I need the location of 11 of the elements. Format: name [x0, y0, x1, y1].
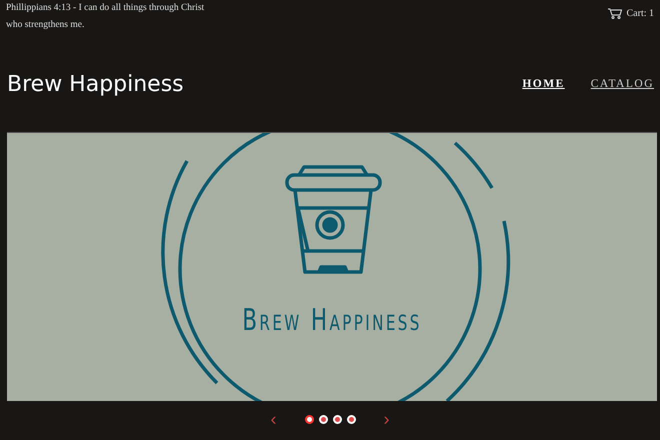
- cart-icon: [608, 8, 622, 18]
- nav-link[interactable]: CATALOG: [590, 78, 654, 90]
- announcement-text: Phillippians 4:13 - I can do all things through Christ who strengthens me.: [6, 2, 206, 32]
- nav-link[interactable]: HOME: [522, 78, 565, 90]
- slide-dot[interactable]: [304, 414, 314, 424]
- cart-link[interactable]: Cart: 1: [608, 0, 654, 26]
- previous-slide-button[interactable]: ‹: [266, 410, 280, 428]
- site-title[interactable]: Brew Happiness: [7, 72, 184, 96]
- logo-text: Brew Happiness: [241, 303, 423, 338]
- next-slide-button[interactable]: ›: [380, 410, 394, 428]
- coffee-cup-icon: [285, 165, 382, 274]
